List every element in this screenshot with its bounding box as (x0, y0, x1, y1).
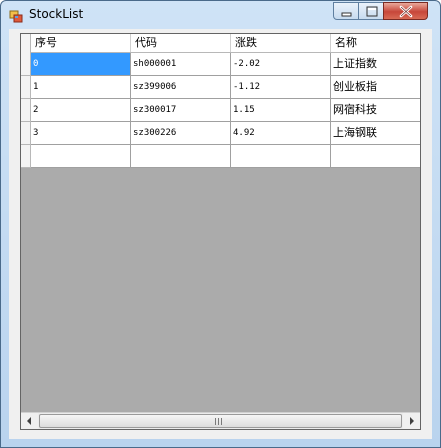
cell-name[interactable]: 创业板指 (331, 76, 420, 99)
title-bar[interactable]: StockList (1, 1, 440, 29)
scroll-right-button[interactable] (403, 413, 420, 429)
minimize-icon (341, 12, 352, 17)
cell-code[interactable]: sz300017 (131, 99, 231, 122)
maximize-icon (366, 6, 378, 17)
header-corner[interactable] (21, 34, 31, 53)
column-header-change[interactable]: 涨跌 (231, 34, 331, 52)
new-row-cell-name[interactable] (331, 145, 420, 168)
new-row-cell-code[interactable] (131, 145, 231, 168)
close-icon (399, 5, 413, 18)
client-area: 序号 代码 涨跌 名称 0 sh000001 -2.02 上证指数 1 sz39… (9, 29, 432, 439)
window-title: StockList (29, 7, 84, 21)
cell-index[interactable]: 0 (31, 53, 131, 76)
cell-change[interactable]: -1.12 (231, 76, 331, 99)
cell-code[interactable]: sz300226 (131, 122, 231, 145)
cell-name[interactable]: 上海钢联 (331, 122, 420, 145)
stocklist-window: StockList 序号 代码 涨跌 名称 0 sh000001 -2.02 上… (0, 0, 441, 448)
column-header-row: 序号 代码 涨跌 名称 (21, 34, 420, 53)
column-header-name[interactable]: 名称 (331, 34, 420, 52)
stock-data-grid[interactable]: 序号 代码 涨跌 名称 0 sh000001 -2.02 上证指数 1 sz39… (20, 33, 421, 430)
cell-index[interactable]: 1 (31, 76, 131, 99)
cell-code[interactable]: sh000001 (131, 53, 231, 76)
column-header-code[interactable]: 代码 (131, 34, 231, 52)
cell-change[interactable]: 4.92 (231, 122, 331, 145)
scroll-left-button[interactable] (21, 413, 38, 429)
cell-index[interactable]: 2 (31, 99, 131, 122)
row-header[interactable] (21, 76, 31, 99)
horizontal-scrollbar[interactable] (21, 412, 420, 429)
close-button[interactable] (383, 2, 428, 20)
row-header[interactable] (21, 99, 31, 122)
scroll-grip-icon (215, 418, 222, 425)
column-header-index[interactable]: 序号 (31, 34, 131, 52)
arrow-left-icon (27, 417, 31, 425)
cell-change[interactable]: -2.02 (231, 53, 331, 76)
app-window-icon[interactable] (9, 8, 23, 23)
row-header[interactable] (21, 122, 31, 145)
row-header[interactable] (21, 53, 31, 76)
cell-code[interactable]: sz399006 (131, 76, 231, 99)
new-row-cell-change[interactable] (231, 145, 331, 168)
cell-name[interactable]: 网宿科技 (331, 99, 420, 122)
scroll-thumb[interactable] (39, 414, 402, 428)
minimize-button[interactable] (333, 2, 359, 20)
maximize-button[interactable] (358, 2, 384, 20)
new-row-header[interactable] (21, 145, 31, 168)
cell-name[interactable]: 上证指数 (331, 53, 420, 76)
cell-index[interactable]: 3 (31, 122, 131, 145)
arrow-right-icon (410, 417, 414, 425)
new-row-cell-index[interactable] (31, 145, 131, 168)
cell-change[interactable]: 1.15 (231, 99, 331, 122)
